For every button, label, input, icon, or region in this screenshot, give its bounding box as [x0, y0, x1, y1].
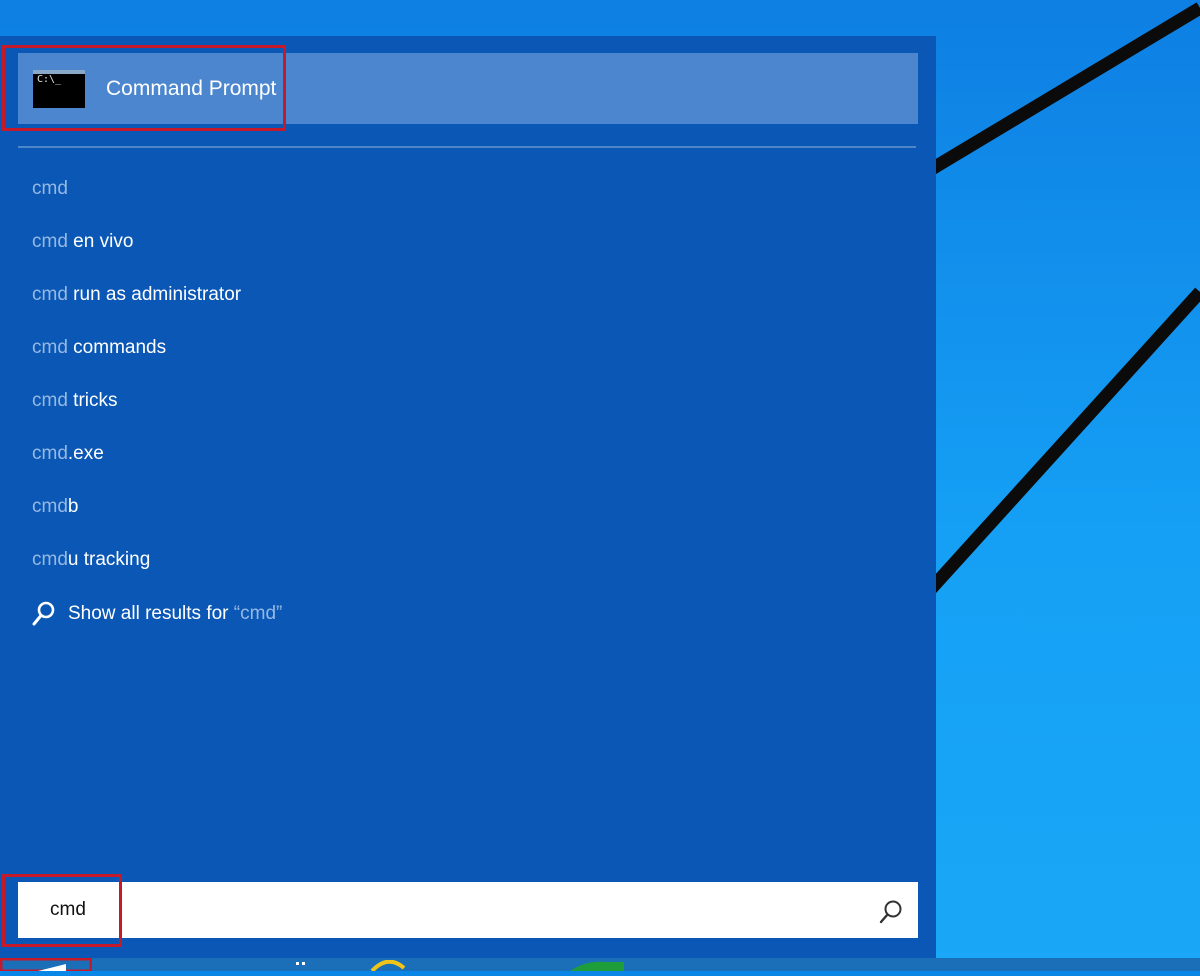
suggestion-completion: tricks	[67, 390, 118, 411]
command-prompt-icon: C:\_	[33, 69, 85, 108]
windows-logo-icon	[0, 957, 93, 973]
show-all-prefix: Show all results for	[68, 603, 234, 624]
suggestion-item[interactable]: cmd	[32, 176, 241, 229]
suggestion-completion: u tracking	[67, 549, 151, 570]
results-divider	[18, 146, 916, 148]
task-view-icon[interactable]	[294, 960, 310, 971]
suggestion-item[interactable]: cmdu tracking	[32, 547, 241, 600]
start-search-panel: C:\_ Command Prompt cmd cmd en vivo cmd …	[0, 36, 936, 958]
suggestion-item[interactable]: cmd tricks	[32, 388, 241, 441]
suggestion-query: cmd	[32, 390, 68, 411]
search-icon	[32, 601, 55, 626]
taskbar	[0, 957, 1200, 973]
suggestion-query: cmd	[32, 231, 68, 252]
suggestion-query: cmd	[32, 549, 68, 570]
suggestion-completion: run as administrator	[67, 284, 242, 305]
suggestion-completion: commands	[67, 337, 167, 358]
suggestion-query: cmd	[32, 284, 68, 305]
show-all-query: “cmd”	[233, 603, 283, 624]
search-input[interactable]: cmd	[50, 899, 86, 921]
command-prompt-label: Command Prompt	[106, 76, 277, 100]
suggestion-item[interactable]: cmd commands	[32, 335, 241, 388]
command-prompt-icon-glyph: C:\_	[37, 73, 62, 85]
command-prompt-result[interactable]: C:\_ Command Prompt	[18, 53, 918, 124]
suggestion-completion: en vivo	[67, 231, 134, 252]
suggestion-item[interactable]: cmd.exe	[32, 441, 241, 494]
suggestion-completion: .exe	[67, 443, 104, 464]
store-icon[interactable]	[566, 960, 626, 971]
search-icon[interactable]	[878, 899, 904, 925]
search-suggestions: cmd cmd en vivo cmd run as administrator…	[32, 176, 241, 600]
suggestion-query: cmd	[32, 496, 68, 517]
suggestion-completion: b	[67, 496, 79, 517]
suggestion-item[interactable]: cmdb	[32, 494, 241, 547]
show-all-results-link[interactable]: Show all results for “cmd”	[32, 601, 282, 627]
show-all-results-text: Show all results for “cmd”	[68, 603, 282, 625]
suggestion-item[interactable]: cmd run as administrator	[32, 282, 241, 335]
suggestion-query: cmd	[32, 443, 68, 464]
suggestion-query: cmd	[32, 178, 68, 199]
search-box[interactable]: cmd	[18, 882, 918, 938]
internet-explorer-icon[interactable]	[370, 960, 406, 971]
suggestion-item[interactable]: cmd en vivo	[32, 229, 241, 282]
start-button[interactable]	[0, 957, 93, 973]
suggestion-query: cmd	[32, 337, 68, 358]
